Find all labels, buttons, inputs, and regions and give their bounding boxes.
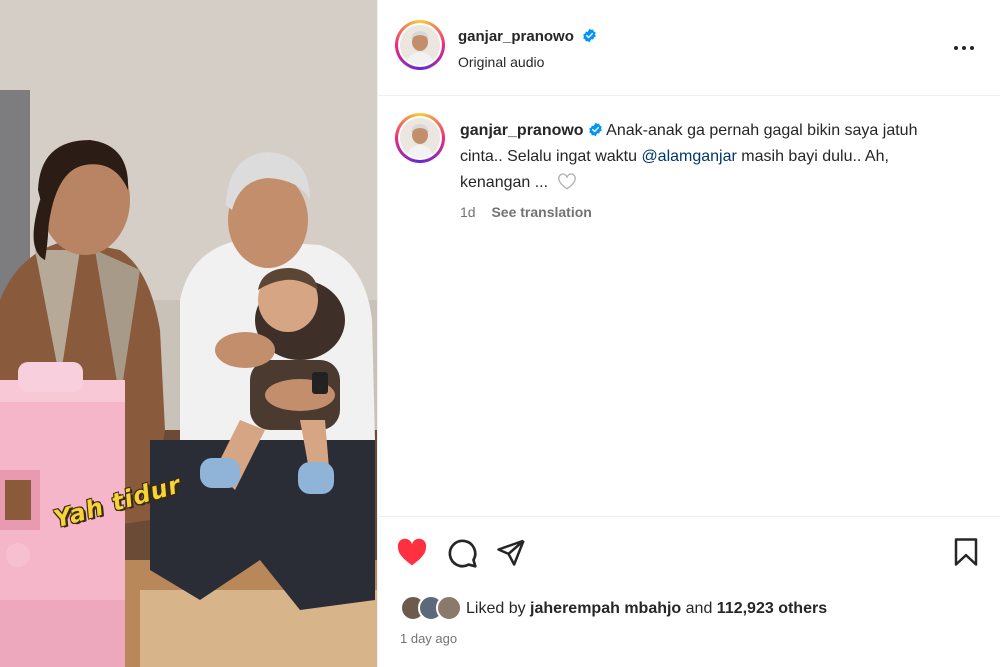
audio-label[interactable]: Original audio [458,54,544,70]
post-media[interactable]: Yah tidur [0,0,377,667]
liker-avatar [436,595,462,621]
likes-text: Liked by jaherempah mbahjo and 112,923 o… [466,600,827,618]
post-details-panel: ganjar_pranowo Original audio ganjar_pra… [377,0,1000,667]
likes-and: and [681,600,717,617]
caption-username[interactable]: ganjar_pranowo [460,122,584,139]
verified-badge-icon [583,28,596,43]
more-options-icon[interactable] [952,36,976,60]
likes-summary: Liked by jaherempah mbahjo and 112,923 o… [400,595,827,623]
post-video-frame [0,0,377,667]
like-heart-icon[interactable] [396,537,428,567]
liker-username-2[interactable]: mbahjo [624,600,681,617]
author-avatar[interactable] [395,20,445,70]
share-icon[interactable] [496,537,526,567]
author-username[interactable]: ganjar_pranowo [458,28,597,45]
comment-icon[interactable] [446,537,478,569]
caption-meta: 1d See translation [460,204,592,220]
likes-prefix: Liked by [466,600,531,617]
caption-mention-link[interactable]: @alamganjar [641,148,736,165]
caption-heart-icon [557,173,576,190]
caption-text: ganjar_pranowo Anak-anak ga pernah gagal… [460,118,960,196]
verified-badge-icon [588,122,602,137]
caption-avatar-image [400,118,440,158]
save-bookmark-icon[interactable] [953,537,979,567]
post-header: ganjar_pranowo Original audio [378,0,1000,96]
post-timestamp[interactable]: 1 day ago [400,631,457,646]
likes-count[interactable]: 112,923 others [717,600,827,617]
caption-author-avatar[interactable] [395,113,445,163]
caption-section: ganjar_pranowo Anak-anak ga pernah gagal… [378,96,1000,516]
author-username-text[interactable]: ganjar_pranowo [458,28,574,45]
see-translation-link[interactable]: See translation [491,204,591,220]
caption-age: 1d [460,204,476,220]
liker-avatars[interactable] [400,595,462,623]
author-avatar-image [400,25,440,65]
post-actions: Liked by jaherempah mbahjo and 112,923 o… [378,516,1000,667]
liker-username-1[interactable]: jaherempah [530,600,620,617]
